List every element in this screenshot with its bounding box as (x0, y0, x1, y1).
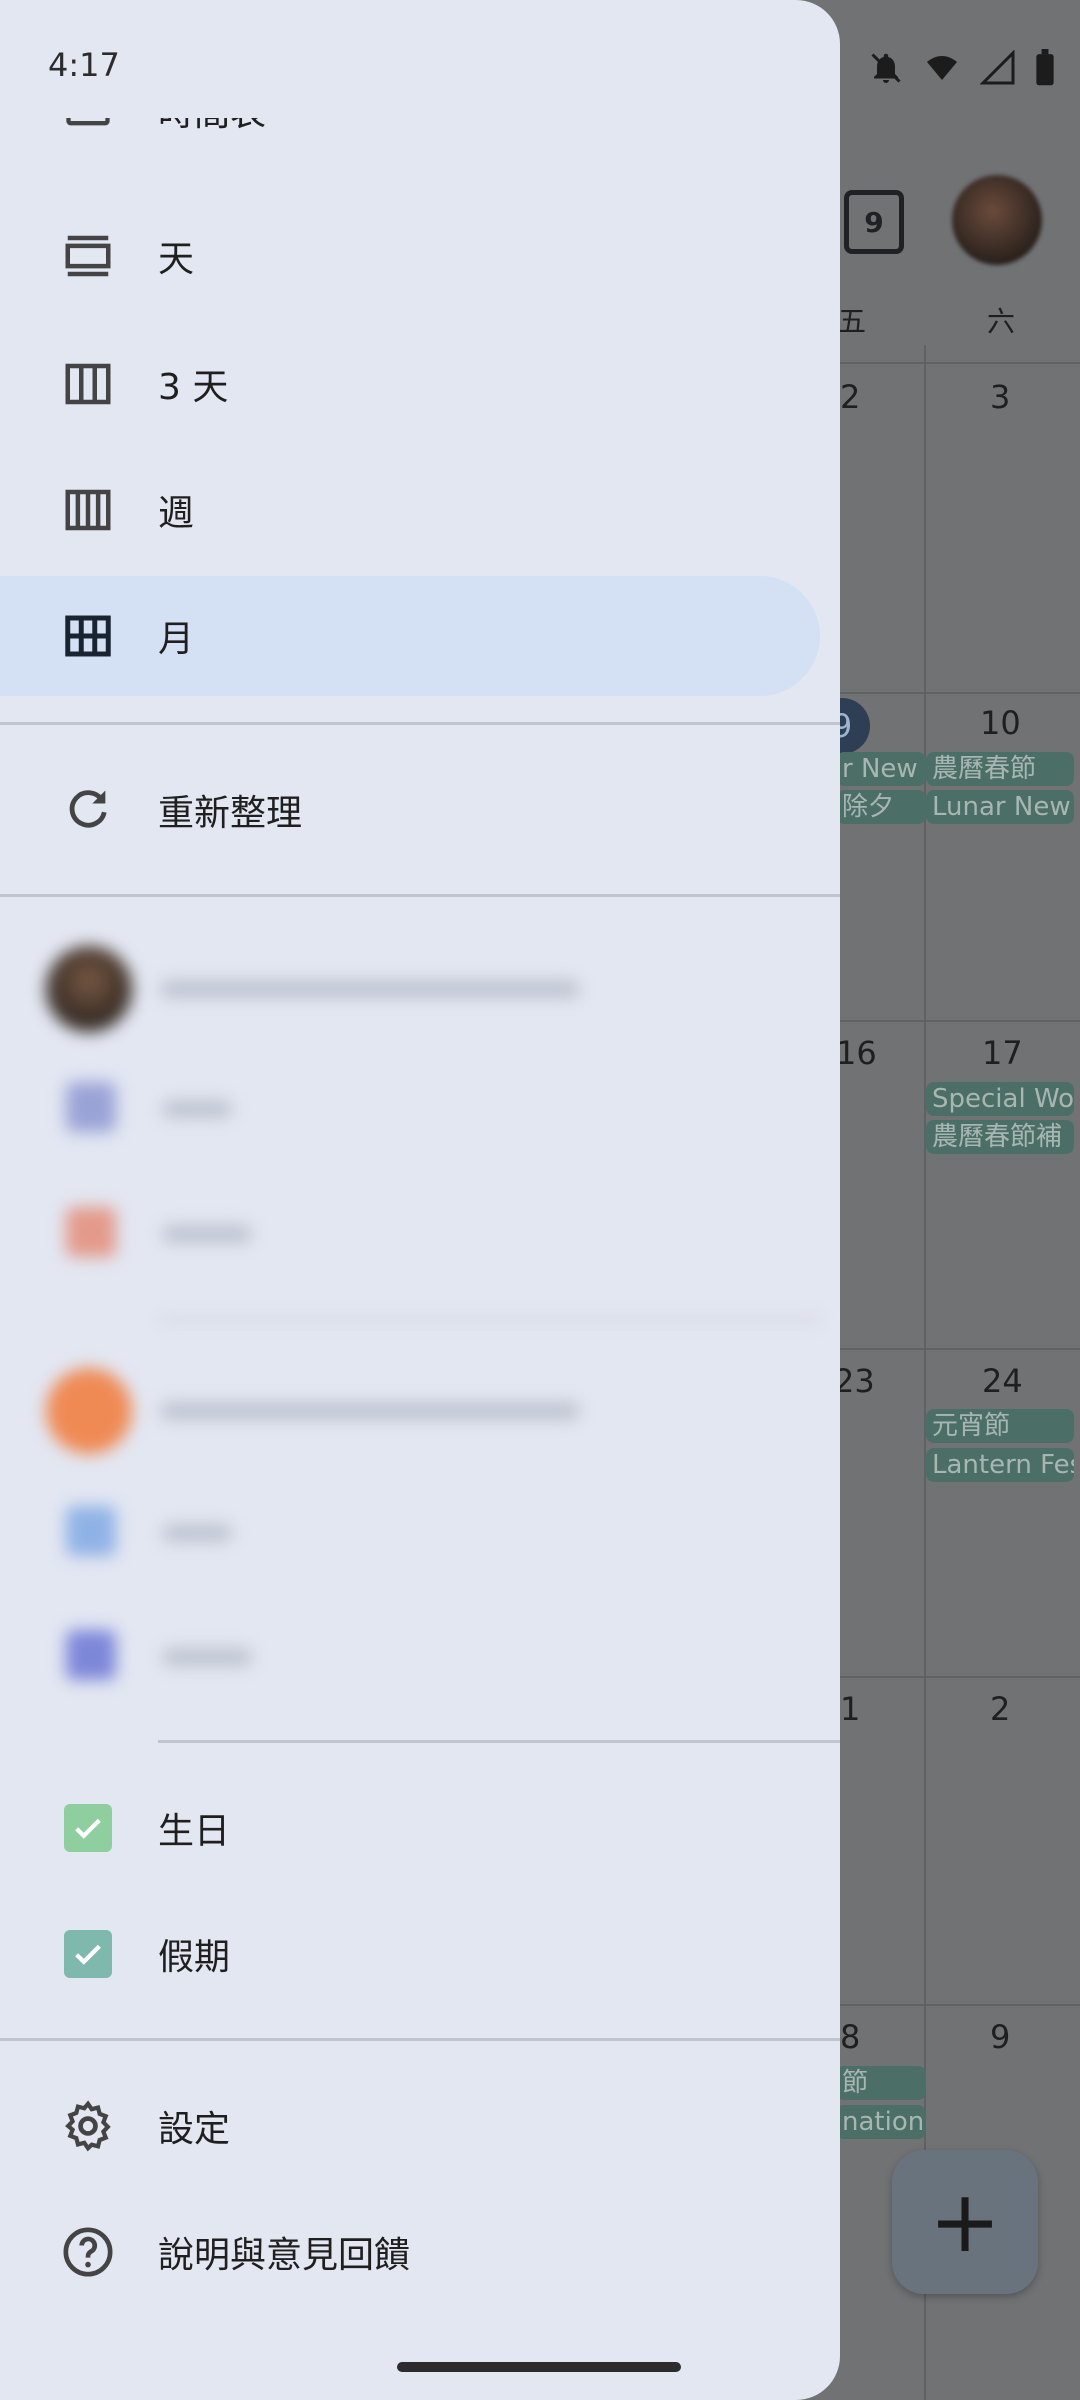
calendar-color-square[interactable] (66, 1207, 116, 1257)
date-label: 9 (990, 2018, 1011, 2056)
date-label: 23 (834, 1362, 875, 1400)
event-chip[interactable]: 農曆春節 (926, 752, 1074, 786)
help-label: 說明與意見回饋 (158, 2235, 411, 2276)
date-label: 16 (836, 1034, 877, 1072)
accounts-section-blurred (20, 910, 820, 1700)
help-icon (58, 2222, 118, 2282)
row-separator (840, 692, 1080, 694)
refresh-label: 重新整理 (158, 793, 303, 834)
date-label: 8 (840, 2018, 861, 2056)
check-icon (64, 1804, 112, 1852)
event-chip[interactable]: Lunar New (926, 790, 1074, 824)
settings-label: 設定 (158, 2109, 231, 2150)
view-label: 時間表 (158, 93, 267, 134)
divider (0, 894, 840, 897)
check-icon (64, 1930, 112, 1978)
view-schedule[interactable]: 時間表 (0, 93, 820, 158)
navigation-drawer: 4:17 時間表 天 3 天 週 月 重新整理 生日 假期 設定 說明與意見回饋 (0, 0, 840, 2400)
mute-icon (871, 53, 901, 83)
calendar-birthdays[interactable]: 生日 (0, 1768, 820, 1888)
view-week[interactable]: 週 (0, 450, 820, 570)
month-view-icon (58, 606, 118, 666)
row-separator (840, 362, 1080, 364)
event-chip[interactable]: 節 (836, 2066, 926, 2100)
calendar-label: 假期 (158, 1937, 231, 1978)
view-3-day[interactable]: 3 天 (0, 324, 820, 444)
view-label: 週 (158, 493, 195, 534)
date-label: 3 (990, 378, 1011, 416)
row-separator (840, 1348, 1080, 1350)
calendar-holidays[interactable]: 假期 (0, 1894, 820, 2014)
plus-icon: + (928, 2172, 1002, 2272)
help-feedback-item[interactable]: 說明與意見回饋 (0, 2192, 820, 2312)
schedule-icon (58, 118, 118, 138)
event-chip[interactable]: r New (836, 752, 926, 786)
checkbox[interactable] (58, 1924, 118, 1984)
row-separator (840, 2004, 1080, 2006)
calendar-name-redacted (162, 1524, 232, 1542)
settings-item[interactable]: 設定 (0, 2066, 820, 2186)
view-month[interactable]: 月 (0, 576, 820, 696)
account-email-redacted (160, 1402, 580, 1420)
weekday-header: 五 (838, 305, 867, 338)
row-separator (840, 1020, 1080, 1022)
checkbox[interactable] (58, 1798, 118, 1858)
divider (158, 1740, 840, 1743)
status-icons (868, 40, 1056, 96)
gear-icon (58, 2096, 118, 2156)
date-label: 10 (980, 704, 1021, 742)
account-entry[interactable] (20, 932, 720, 1042)
battery-icon (1036, 49, 1054, 86)
event-chip[interactable]: nation (836, 2105, 926, 2139)
day-view-icon (58, 226, 118, 286)
signal-icon (980, 50, 1015, 85)
view-label: 月 (158, 619, 195, 660)
event-chip[interactable]: 元宵節 (926, 1409, 1074, 1443)
refresh-item[interactable]: 重新整理 (0, 750, 820, 870)
calendar-name-redacted (162, 1100, 232, 1118)
date-label: 2 (840, 378, 861, 416)
date-label: 24 (982, 1362, 1023, 1400)
divider (160, 1318, 820, 1321)
view-label: 3 天 (158, 367, 229, 408)
event-chip[interactable]: Lantern Fes (926, 1448, 1074, 1482)
refresh-icon (58, 780, 118, 840)
event-chip[interactable]: Special Wo (926, 1082, 1074, 1116)
home-indicator[interactable] (397, 2362, 681, 2372)
account-avatar (46, 946, 132, 1032)
create-event-button[interactable]: + (892, 2150, 1038, 2294)
divider (0, 2038, 840, 2041)
event-chip[interactable]: 農曆春節補 (926, 1120, 1074, 1154)
calendar-label: 生日 (158, 1811, 231, 1852)
date-label: 17 (982, 1034, 1023, 1072)
date-label: 1 (840, 1690, 861, 1728)
row-separator (840, 1676, 1080, 1678)
week-view-icon (58, 480, 118, 540)
account-avatar (46, 1368, 132, 1454)
weekday-header: 六 (987, 305, 1016, 338)
date-label: 2 (990, 1690, 1011, 1728)
view-label: 天 (158, 239, 195, 280)
calendar-color-square[interactable] (66, 1082, 116, 1132)
view-day[interactable]: 天 (0, 196, 820, 316)
account-email-redacted (160, 980, 580, 998)
status-time: 4:17 (48, 46, 120, 84)
calendar-color-square[interactable] (66, 1506, 116, 1556)
today-button[interactable]: 9 (844, 190, 904, 254)
calendar-name-redacted (162, 1225, 252, 1243)
account-entry[interactable] (20, 1354, 720, 1464)
calendar-color-square[interactable] (66, 1630, 116, 1680)
calendar-name-redacted (162, 1648, 252, 1666)
divider (0, 722, 840, 725)
wifi-icon (927, 56, 957, 80)
three-day-view-icon (58, 354, 118, 414)
account-avatar[interactable] (952, 175, 1042, 265)
event-chip[interactable]: 除夕 (836, 790, 926, 824)
